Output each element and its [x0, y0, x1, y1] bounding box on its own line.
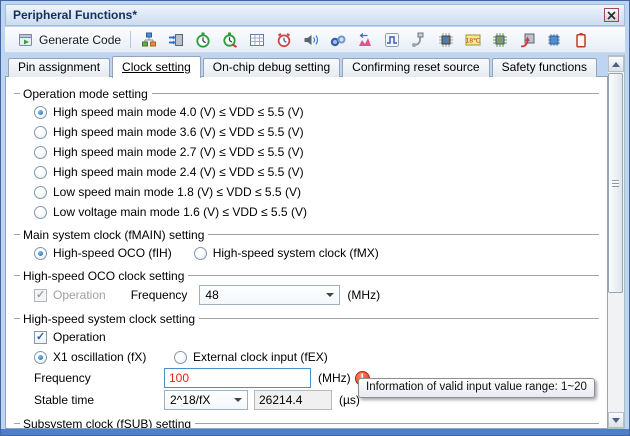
vertical-scrollbar[interactable] — [608, 55, 625, 429]
hs-operation-checkbox[interactable] — [34, 331, 47, 344]
radio-option-hs-system-clock[interactable]: High-speed system clock (fMX) — [194, 243, 379, 263]
radio-button[interactable] — [34, 106, 47, 119]
speaker-icon[interactable] — [303, 32, 319, 48]
tab-confirming-reset-source[interactable]: Confirming reset source — [342, 58, 489, 77]
hs-frequency-label: Frequency — [34, 371, 164, 385]
radio-button[interactable] — [174, 351, 187, 364]
binoculars-icon[interactable] — [330, 32, 346, 48]
window-title: Peripheral Functions* — [13, 8, 604, 22]
close-icon — [607, 11, 616, 20]
oco-frequency-select[interactable]: 48 — [199, 285, 340, 305]
scroll-down-button[interactable] — [608, 412, 624, 428]
generate-code-label: Generate Code — [39, 33, 121, 47]
hs-frequency-unit: (MHz) — [318, 371, 351, 385]
waveform-icon[interactable] — [357, 32, 373, 48]
tab-safety-functions[interactable]: Safety functions — [492, 58, 597, 77]
radio-option-mode-27[interactable]: High speed main mode 2.7 (V) ≤ VDD ≤ 5.5… — [34, 142, 599, 162]
radio-button[interactable] — [34, 126, 47, 139]
stable-time-value: 26214.4 — [254, 390, 332, 410]
stable-time-select[interactable]: 2^18/fX — [164, 390, 248, 410]
chip-red-arrow-icon[interactable] — [519, 32, 535, 48]
thumb-grip-icon — [612, 180, 619, 187]
grid-icon[interactable] — [249, 32, 265, 48]
radio-button[interactable] — [34, 186, 47, 199]
tab-on-chip-debug-setting[interactable]: On-chip debug setting — [203, 58, 340, 77]
oco-frequency-unit: (MHz) — [347, 288, 380, 302]
arrow-up-icon — [612, 62, 620, 67]
stable-time-unit: (µs) — [339, 393, 360, 407]
tab-strip: Pin assignment Clock setting On-chip deb… — [5, 55, 608, 77]
scroll-up-button[interactable] — [608, 56, 624, 72]
oco-operation-checkbox — [34, 289, 47, 302]
group-header-main-system-clock: Main system clock (fMAIN) setting — [14, 226, 599, 243]
radio-option-external-clock[interactable]: External clock input (fEX) — [174, 347, 328, 367]
generate-code-button[interactable]: Generate Code — [13, 31, 126, 49]
generate-code-icon — [18, 32, 34, 48]
close-button[interactable] — [604, 8, 619, 22]
pulse-icon[interactable] — [384, 32, 400, 48]
radio-option-mode-16[interactable]: Low voltage main mode 1.6 (V) ≤ VDD ≤ 5.… — [34, 202, 599, 222]
tab-page-area: Pin assignment Clock setting On-chip deb… — [5, 55, 625, 429]
radio-option-mode-36[interactable]: High speed main mode 3.6 (V) ≤ VDD ≤ 5.5… — [34, 122, 599, 142]
hs-frequency-input[interactable]: 100 — [164, 368, 311, 388]
stable-time-label: Stable time — [34, 393, 164, 407]
tab-pin-assignment[interactable]: Pin assignment — [8, 58, 110, 77]
arrow-down-icon — [612, 418, 620, 423]
clock-setting-panel: Operation mode setting High speed main m… — [5, 76, 608, 429]
group-header-subsystem: Subsystem clock (fSUB) setting — [14, 415, 599, 429]
probe-icon[interactable] — [411, 32, 427, 48]
stopwatch-alt-icon[interactable] — [222, 32, 238, 48]
radio-option-mode-24[interactable]: High speed main mode 2.4 (V) ≤ VDD ≤ 5.5… — [34, 162, 599, 182]
oco-operation-label: Operation — [53, 288, 106, 302]
titlebar[interactable]: Peripheral Functions* — [5, 4, 625, 26]
stopwatch-icon[interactable] — [195, 32, 211, 48]
radio-option-mode-40[interactable]: High speed main mode 4.0 (V) ≤ VDD ≤ 5.5… — [34, 102, 599, 122]
radio-option-hs-oco[interactable]: High-speed OCO (fIH) — [34, 243, 172, 263]
battery-icon[interactable] — [573, 32, 589, 48]
radio-button[interactable] — [34, 206, 47, 219]
toolbar: Generate Code 18℃ — [5, 27, 625, 53]
chevron-down-icon — [326, 293, 334, 297]
alarm-clock-icon[interactable] — [276, 32, 292, 48]
radio-button[interactable] — [34, 247, 47, 260]
chevron-down-icon — [234, 398, 242, 402]
radio-button[interactable] — [34, 351, 47, 364]
toolbar-separator — [130, 31, 131, 48]
group-header-operation-mode: Operation mode setting — [14, 85, 599, 102]
radio-button[interactable] — [34, 146, 47, 159]
toolbar-icons: 18℃ — [141, 32, 589, 48]
svg-text:18℃: 18℃ — [466, 37, 481, 44]
peripheral-functions-window: Peripheral Functions* Generate Code 1 — [0, 0, 630, 436]
hs-operation-option[interactable]: Operation — [34, 327, 599, 347]
radio-option-x1-oscillation[interactable]: X1 oscillation (fX) — [34, 347, 146, 367]
group-header-hs-oco: High-speed OCO clock setting — [14, 267, 599, 284]
blocks-icon[interactable] — [141, 32, 157, 48]
radio-option-mode-18[interactable]: Low speed main mode 1.8 (V) ≤ VDD ≤ 5.5 … — [34, 182, 599, 202]
range-tooltip: Information of valid input value range: … — [358, 378, 595, 398]
oco-frequency-label: Frequency — [131, 288, 188, 302]
chip-blue-icon[interactable] — [546, 32, 562, 48]
chip-io-icon[interactable] — [168, 32, 184, 48]
radio-button[interactable] — [194, 247, 207, 260]
tab-clock-setting[interactable]: Clock setting — [112, 56, 201, 78]
temperature-18c-icon[interactable]: 18℃ — [465, 32, 481, 48]
group-header-hs-system: High-speed system clock setting — [14, 310, 599, 327]
radio-button[interactable] — [34, 166, 47, 179]
scrollbar-thumb[interactable] — [608, 73, 623, 293]
chip-pins-icon[interactable] — [438, 32, 454, 48]
chip-green-icon[interactable] — [492, 32, 508, 48]
scrollbar-track[interactable] — [608, 72, 624, 412]
